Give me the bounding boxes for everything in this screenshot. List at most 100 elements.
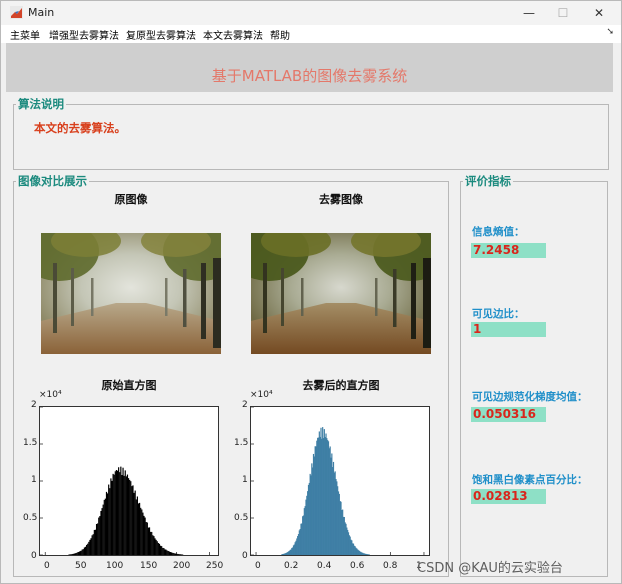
histogram-bar xyxy=(115,469,118,555)
histogram-bar xyxy=(166,550,168,555)
histogram-bar xyxy=(78,551,80,555)
menu-main[interactable]: 主菜单 xyxy=(10,27,40,42)
entropy-label: 信息熵值： xyxy=(472,226,525,238)
menu-proposed-dehaze[interactable]: 本文去雾算法 xyxy=(203,27,263,42)
x-tick-label: 0.6 xyxy=(350,561,365,571)
histogram-bar xyxy=(121,475,123,555)
histogram-bar xyxy=(73,553,76,555)
x-tick-label: 0.4 xyxy=(317,561,332,571)
x-tick-label: 50 xyxy=(75,561,87,571)
x-tick-label: 0.2 xyxy=(284,561,299,571)
histogram-bar xyxy=(106,493,109,555)
x-tick-label: 0.8 xyxy=(383,561,398,571)
histogram-bar xyxy=(109,488,111,555)
watermark: CSDN @KAU的云实验台 xyxy=(417,561,563,576)
histogram-bar xyxy=(136,496,138,555)
dehazed-histogram-exponent: ×10⁴ xyxy=(250,390,273,400)
histogram-bar xyxy=(182,554,184,555)
original-image-caption: 原图像 xyxy=(114,193,148,206)
histogram-bar xyxy=(88,541,90,555)
y-tick-label: 2 xyxy=(31,400,37,410)
histogram-bar xyxy=(164,549,166,555)
histogram-bar xyxy=(98,517,100,555)
menu-restore-dehaze[interactable]: 复原型去雾算法 xyxy=(126,27,196,42)
x-tick-label: 0 xyxy=(255,561,261,571)
histogram-bar xyxy=(170,552,173,555)
maximize-button[interactable]: ☐ xyxy=(543,1,583,25)
histogram-bar xyxy=(151,531,153,555)
histogram-bar xyxy=(142,512,144,555)
histogram-bar xyxy=(131,486,133,555)
histogram-bar xyxy=(167,550,169,555)
main-window: Main — ☐ ✕ 主菜单 增强型去雾算法 复原型去雾算法 本文去雾算法 帮助… xyxy=(0,0,622,584)
histogram-bar xyxy=(83,547,86,555)
menu-help[interactable]: 帮助 xyxy=(270,27,290,42)
histogram-bar xyxy=(89,539,91,555)
histogram-bar xyxy=(178,554,180,555)
histogram-bar xyxy=(80,550,82,555)
histogram-bar xyxy=(103,499,105,555)
histogram-bar xyxy=(177,553,179,555)
histogram-bar xyxy=(154,538,156,555)
histogram-bar xyxy=(87,543,89,555)
histogram-bar xyxy=(125,476,127,555)
histogram-bar xyxy=(84,546,87,555)
histogram-bar xyxy=(138,502,141,555)
histogram-bar xyxy=(104,498,106,555)
histogram-bar xyxy=(169,552,172,555)
x-tick-label: 200 xyxy=(173,561,191,571)
histogram-bar xyxy=(163,548,165,555)
window-title: Main xyxy=(28,6,55,19)
histogram-bar xyxy=(180,554,183,555)
dehazed-image xyxy=(251,233,431,354)
histogram-bar xyxy=(168,551,170,555)
histogram-bar xyxy=(124,470,126,555)
histogram-bar xyxy=(100,511,102,555)
y-tick-label: 1.5 xyxy=(234,438,249,448)
histogram-bar xyxy=(158,543,161,555)
close-button[interactable]: ✕ xyxy=(579,1,619,25)
histogram-bar xyxy=(140,507,142,555)
histogram-bar xyxy=(122,467,124,555)
histogram-bar xyxy=(176,553,178,555)
metrics-panel-title: 评价指标 xyxy=(463,173,513,189)
histogram-bar xyxy=(102,504,104,555)
histogram-bar xyxy=(77,552,79,555)
histogram-bar xyxy=(146,522,148,555)
y-tick-label: 1 xyxy=(242,475,248,485)
y-tick-label: 2 xyxy=(242,400,248,410)
saturated-pixel-value: 0.02813 xyxy=(471,489,546,504)
x-tick-label: 150 xyxy=(140,561,158,571)
histogram-bar xyxy=(74,553,77,555)
algorithm-panel: 本文的去雾算法。 xyxy=(13,104,609,170)
y-tick-label: 1 xyxy=(31,475,37,485)
algorithm-description: 本文的去雾算法。 xyxy=(34,121,126,135)
y-tick-label: 0.5 xyxy=(23,513,38,523)
histogram-bar xyxy=(70,554,72,555)
menu-enhance-dehaze[interactable]: 增强型去雾算法 xyxy=(49,27,119,42)
normalized-gradient-value: 0.050316 xyxy=(471,407,546,422)
histogram-bar xyxy=(148,527,151,555)
histogram-bar xyxy=(132,485,134,555)
histogram-bar xyxy=(135,499,137,555)
original-histogram-exponent: ×10⁴ xyxy=(39,390,62,400)
histogram-bar xyxy=(155,539,157,555)
histogram-bar xyxy=(126,474,129,555)
histogram-bar xyxy=(72,553,74,555)
dehazed-image-caption: 去雾图像 xyxy=(319,193,363,206)
histogram-bar xyxy=(97,523,99,555)
comparison-panel-title: 图像对比展示 xyxy=(16,173,89,189)
histogram-bar xyxy=(165,549,167,555)
matlab-icon xyxy=(10,6,23,19)
histogram-bar xyxy=(145,521,147,555)
histogram-bar xyxy=(156,541,158,555)
histogram-bar xyxy=(71,553,73,555)
histogram-bar xyxy=(137,503,140,555)
dehazed-histogram-axes xyxy=(250,406,430,556)
histogram-bar xyxy=(368,554,370,555)
histogram-bar xyxy=(105,491,108,555)
original-histogram-axes xyxy=(39,406,219,556)
histogram-bar xyxy=(92,534,94,555)
histogram-bar xyxy=(119,472,121,555)
toolbar-overflow-icon[interactable]: ➘ xyxy=(606,27,614,37)
